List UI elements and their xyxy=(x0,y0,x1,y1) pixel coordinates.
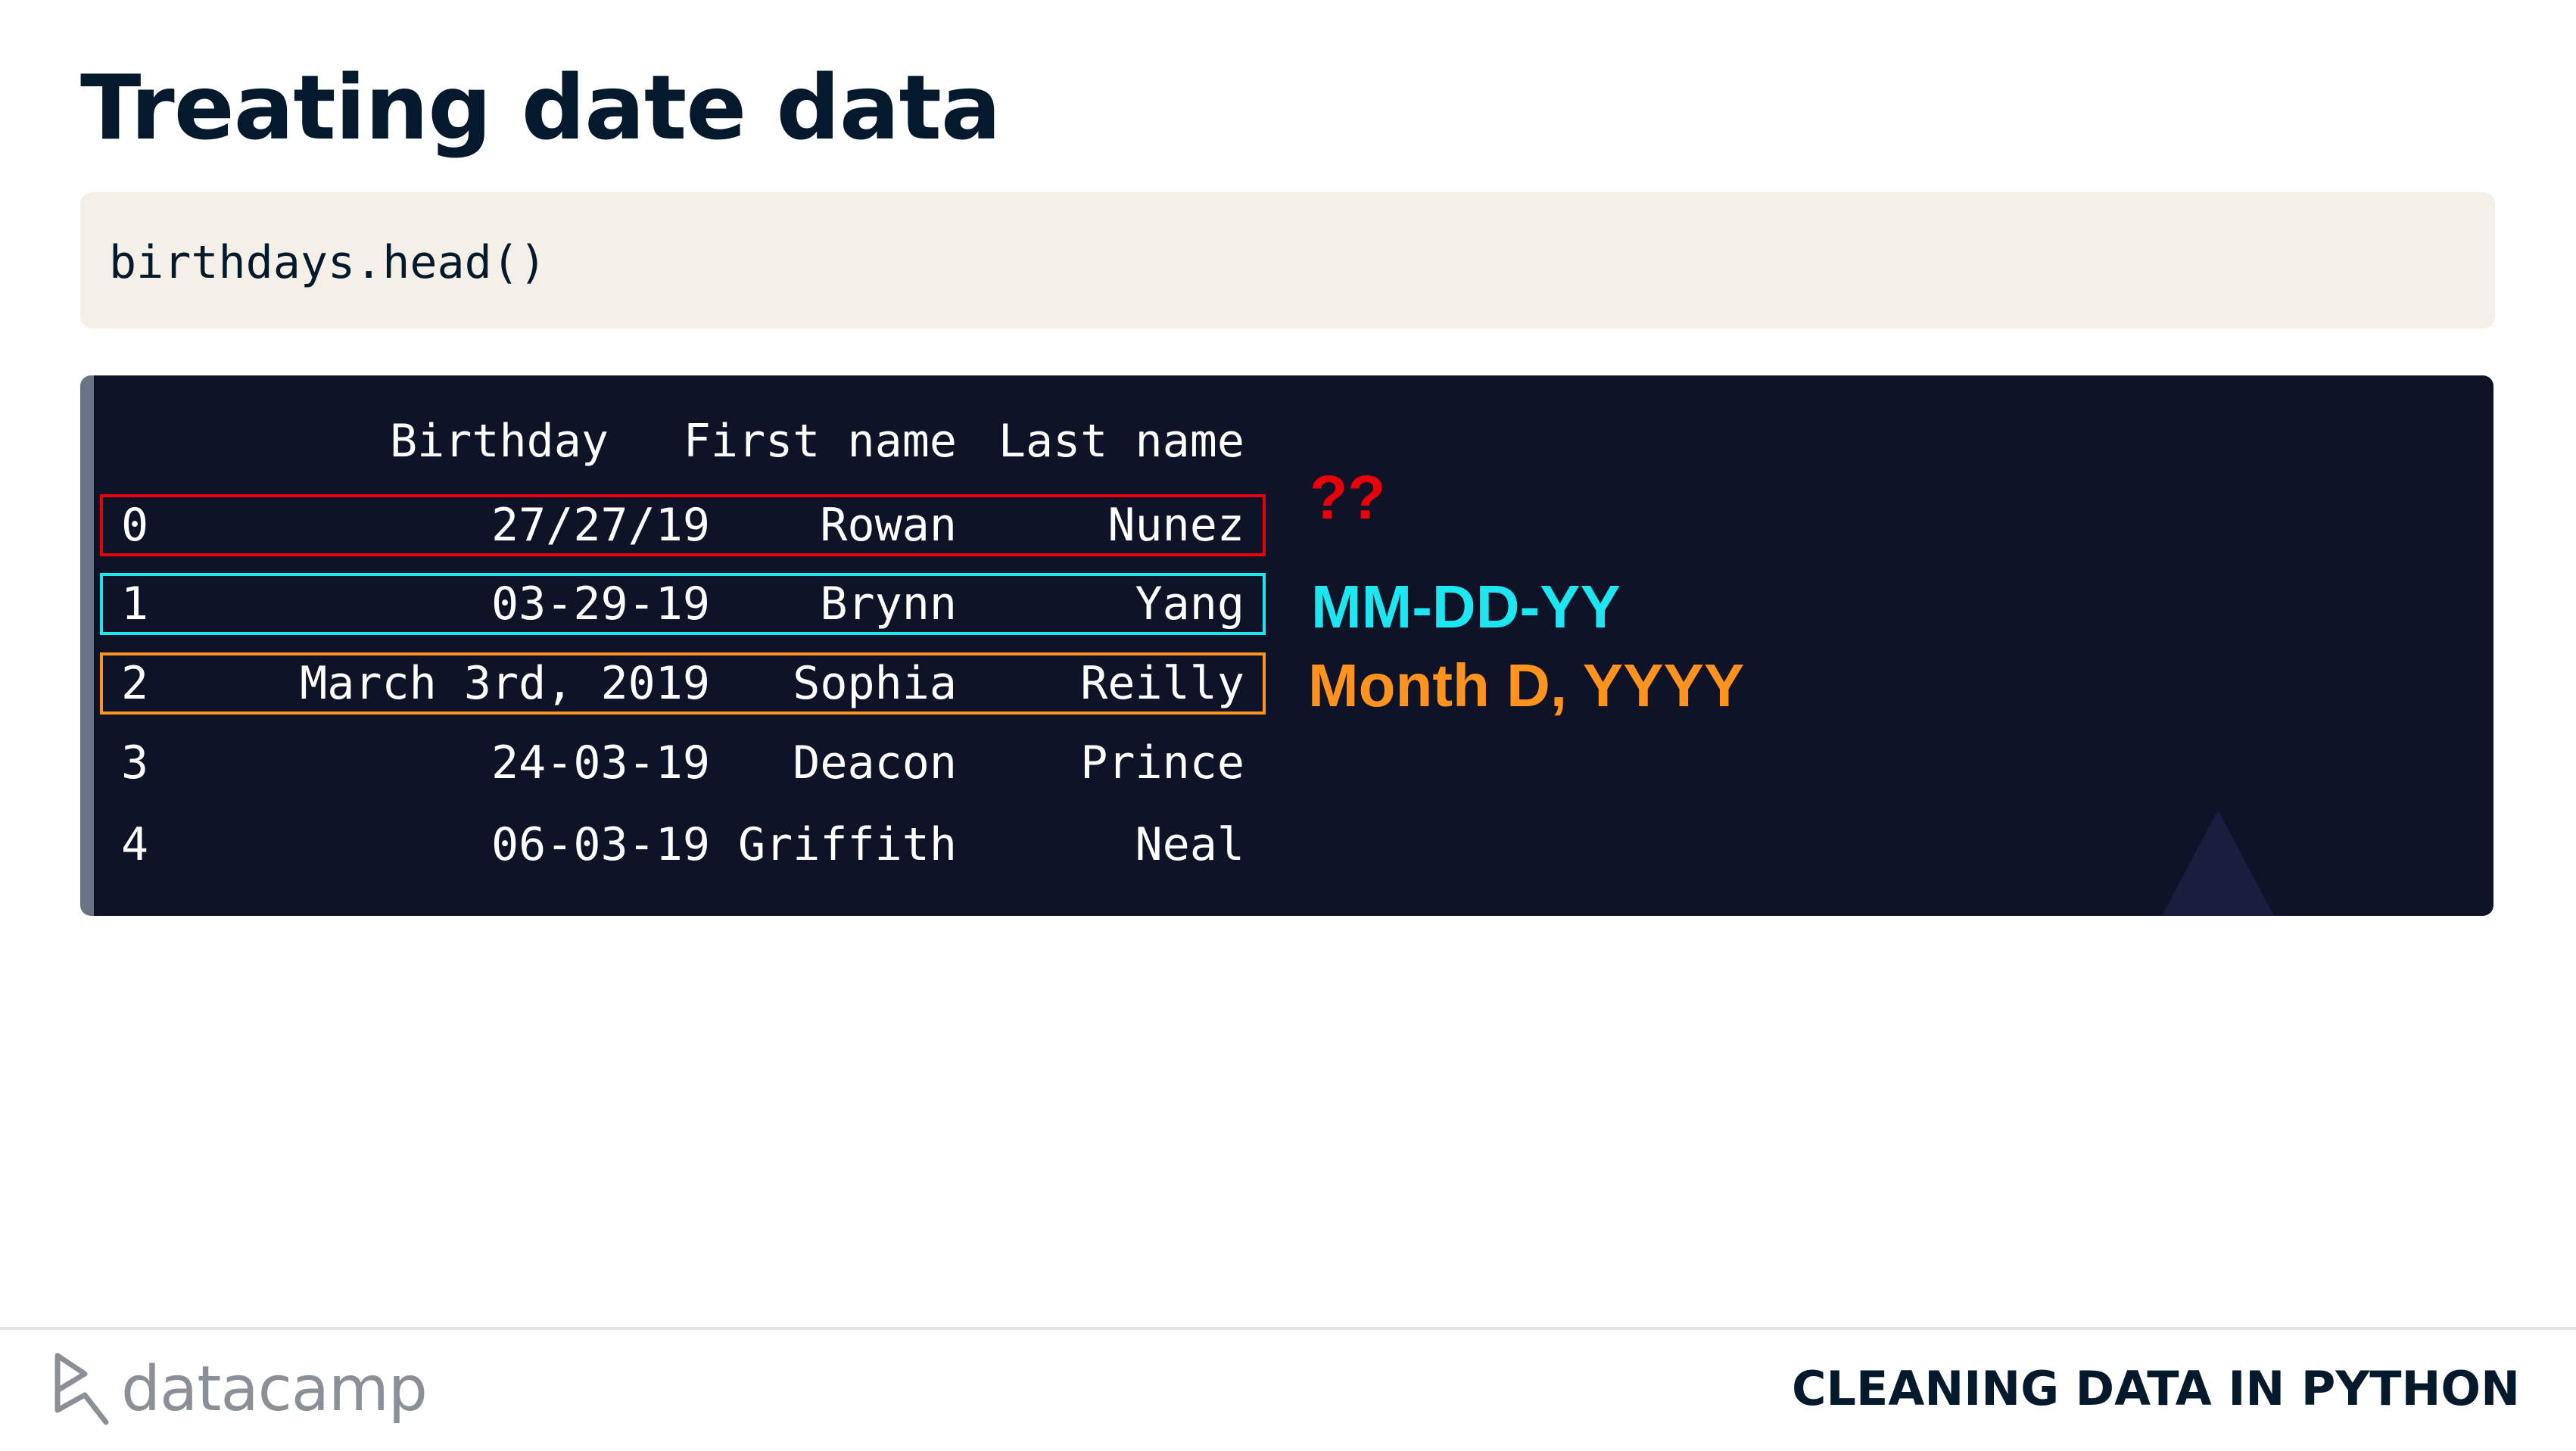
last-name-cell: Nunez xyxy=(1107,499,1244,552)
birthday-cell: 06-03-19 xyxy=(491,818,710,871)
annotation-month-d-yyyy: Month D, YYYY xyxy=(1308,652,1745,719)
first-name-cell: Rowan xyxy=(820,499,957,552)
column-header-last-name: Last name xyxy=(998,415,1244,468)
course-name: CLEANING DATA IN PYTHON xyxy=(1792,1361,2520,1416)
row-index: 0 xyxy=(121,499,149,552)
birthday-cell: 03-29-19 xyxy=(491,578,710,631)
code-text: birthdays.head() xyxy=(109,236,547,289)
last-name-cell: Prince xyxy=(1080,736,1244,789)
birthday-cell: March 3rd, 2019 xyxy=(300,657,710,710)
row-index: 4 xyxy=(121,818,149,871)
decorative-triangle xyxy=(2162,810,2274,916)
code-block: birthdays.head() xyxy=(80,192,2495,328)
slide-title: Treating date data xyxy=(80,55,1001,160)
logo-text: datacamp xyxy=(121,1353,428,1425)
annotation-mm-dd-yy: MM-DD-YY xyxy=(1311,573,1621,640)
row-index: 1 xyxy=(121,578,149,631)
last-name-cell: Yang xyxy=(1135,578,1245,631)
datacamp-logo: datacamp xyxy=(51,1347,428,1431)
first-name-cell: Deacon xyxy=(793,736,957,789)
birthday-cell: 24-03-19 xyxy=(491,736,710,789)
column-header-birthday: Birthday xyxy=(390,415,609,468)
last-name-cell: Reilly xyxy=(1080,657,1244,710)
footer-divider xyxy=(0,1327,2576,1330)
row-index: 2 xyxy=(121,657,149,710)
annotation-unknown-format: ?? xyxy=(1310,463,1386,532)
first-name-cell: Brynn xyxy=(820,578,957,631)
last-name-cell: Neal xyxy=(1135,818,1245,871)
datacamp-logo-icon xyxy=(55,1353,109,1425)
birthday-cell: 27/27/19 xyxy=(491,499,710,552)
column-header-first-name: First name xyxy=(683,415,957,468)
dataframe-output: Birthday First name Last name 0 27/27/19… xyxy=(80,375,2493,916)
row-index: 3 xyxy=(121,736,149,789)
first-name-cell: Sophia xyxy=(793,657,957,710)
first-name-cell: Griffith xyxy=(738,818,957,871)
